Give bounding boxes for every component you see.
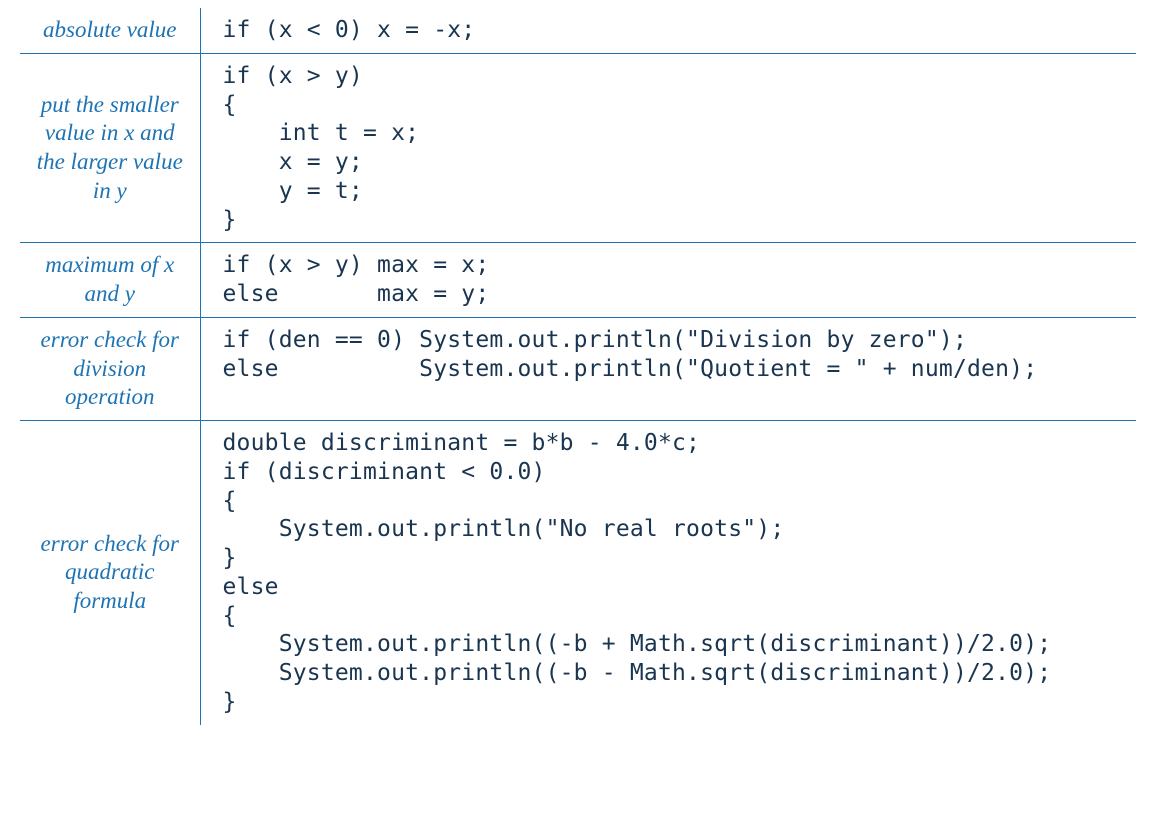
table-row: absolute value if (x < 0) x = -x; [20,8,1136,53]
row-code: if (x > y) { int t = x; x = y; y = t; } [200,53,1136,243]
table-row: put the smaller value in x and the large… [20,53,1136,243]
row-description: error check for division operation [20,317,200,420]
row-description: put the smaller value in x and the large… [20,53,200,243]
table-row: error check for division operation if (d… [20,317,1136,420]
table-row: error check for quadratic formula double… [20,421,1136,725]
row-description: maximum of x and y [20,243,200,318]
row-code: if (x < 0) x = -x; [200,8,1136,53]
code-example-table: absolute value if (x < 0) x = -x; put th… [20,8,1136,725]
row-description: absolute value [20,8,200,53]
row-code: double discriminant = b*b - 4.0*c; if (d… [200,421,1136,725]
table-row: maximum of x and y if (x > y) max = x; e… [20,243,1136,318]
row-code: if (x > y) max = x; else max = y; [200,243,1136,318]
row-description: error check for quadratic formula [20,421,200,725]
row-code: if (den == 0) System.out.println("Divisi… [200,317,1136,420]
table-container: absolute value if (x < 0) x = -x; put th… [0,0,1156,765]
